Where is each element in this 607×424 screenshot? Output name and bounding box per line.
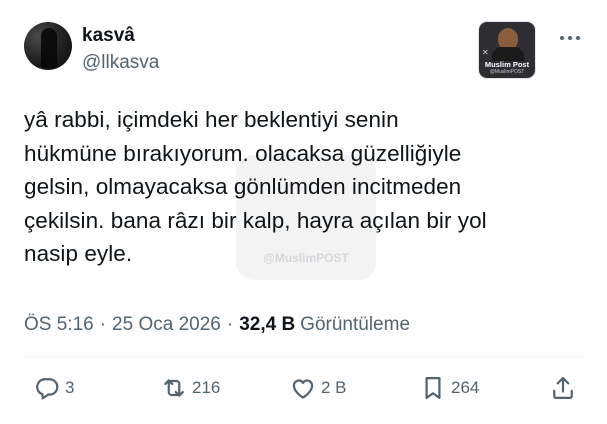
views-count[interactable]: 32,4 B <box>239 313 295 337</box>
repost-button[interactable]: 216 <box>160 370 220 406</box>
heart-icon <box>289 374 317 402</box>
share-icon <box>549 374 577 402</box>
x-logo-icon: ✕ <box>482 48 489 57</box>
badge-title: Muslim Post <box>484 60 530 69</box>
avatar[interactable] <box>24 22 72 70</box>
affiliate-badge[interactable]: ✕ Muslim Post @MuslimPOST <box>479 22 535 78</box>
divider <box>24 356 584 357</box>
repost-icon <box>160 374 188 402</box>
author-handle[interactable]: @llkasva <box>82 51 159 75</box>
bookmark-count: 264 <box>451 378 480 397</box>
reply-icon <box>33 374 61 402</box>
like-count: 2 B <box>321 378 347 397</box>
bookmark-button[interactable]: 264 <box>419 370 479 406</box>
tweet-meta: ÖS 5:16 · 25 Oca 2026 · 32,4 B Görüntüle… <box>24 313 410 337</box>
like-button[interactable]: 2 B <box>289 370 347 406</box>
meta-separator: · <box>226 314 234 335</box>
badge-subtitle: @MuslimPOST <box>489 69 525 75</box>
badge-body <box>492 47 524 61</box>
action-bar: 3 216 2 B 264 <box>0 370 607 406</box>
tweet-time[interactable]: ÖS 5:16 <box>24 313 94 337</box>
bookmark-icon <box>419 374 447 402</box>
repost-count: 216 <box>192 378 221 397</box>
avatar-figure <box>41 28 57 68</box>
views-label[interactable]: Görüntüleme <box>300 313 410 337</box>
tweet-card: kasvâ @llkasva ✕ Muslim Post @MuslimPOST… <box>0 0 607 424</box>
more-icon[interactable] <box>557 33 583 43</box>
tweet-date[interactable]: 25 Oca 2026 <box>112 313 221 337</box>
reply-button[interactable]: 3 <box>33 370 74 406</box>
reply-count: 3 <box>65 378 75 397</box>
tweet-text: yâ rabbi, içimdeki her beklentiyi senin … <box>24 107 487 266</box>
meta-separator: · <box>99 314 107 335</box>
author-name[interactable]: kasvâ <box>82 24 135 48</box>
share-button[interactable] <box>549 370 577 406</box>
